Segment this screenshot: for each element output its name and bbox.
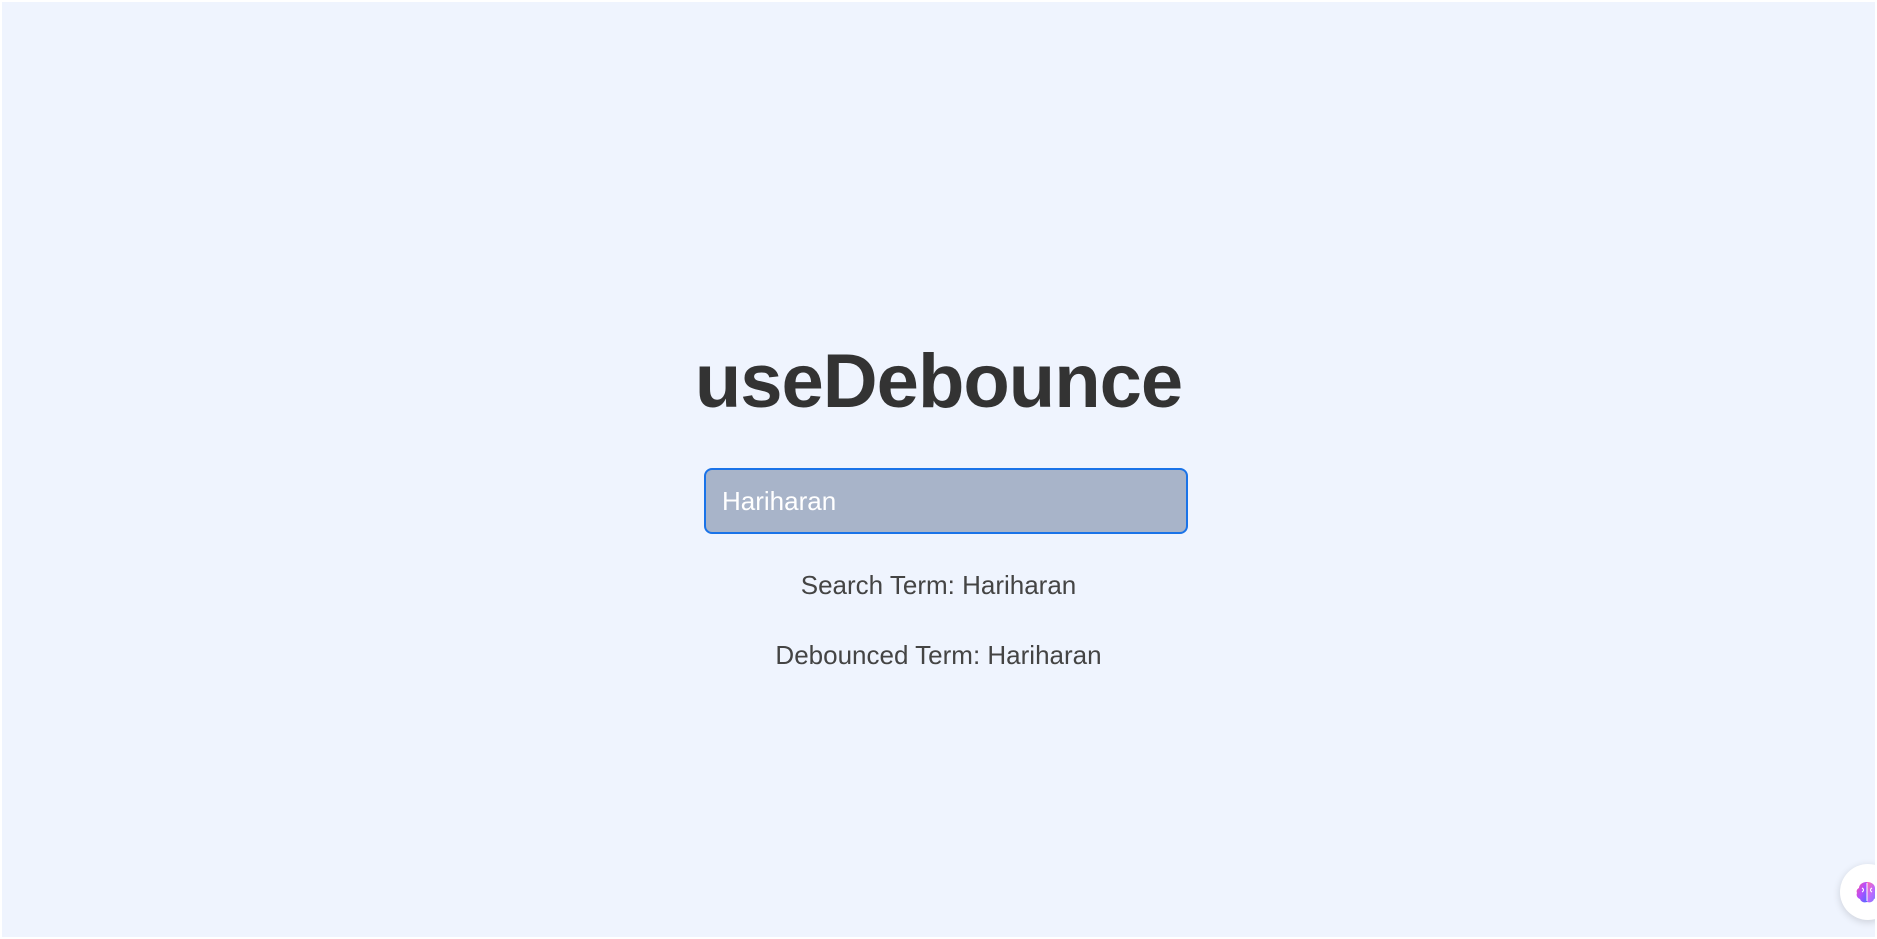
page-title: useDebounce — [694, 339, 1183, 424]
brain-icon — [1856, 882, 1875, 903]
debounced-term-text: Debounced Term: Hariharan — [775, 640, 1102, 670]
app-viewport: useDebounce Search Term: Hariharan Debou… — [2, 2, 1875, 937]
main-content: useDebounce Search Term: Hariharan Debou… — [2, 2, 1875, 937]
search-term-text: Search Term: Hariharan — [800, 570, 1077, 600]
search-input[interactable] — [704, 468, 1188, 534]
